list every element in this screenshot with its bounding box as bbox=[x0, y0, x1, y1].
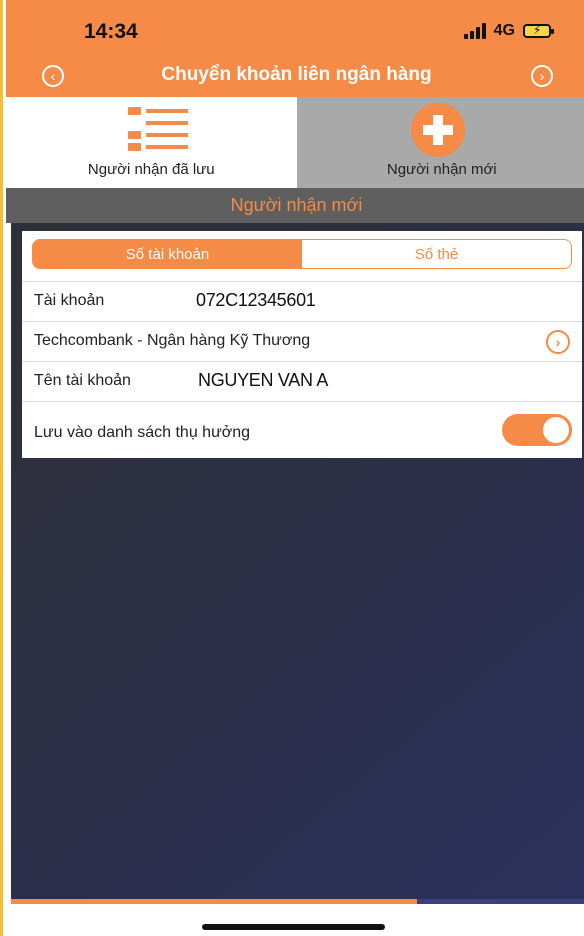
account-name-value: NGUYEN VAN A bbox=[198, 370, 329, 390]
plus-circle-icon bbox=[410, 103, 465, 157]
status-indicators: 4G ⚡ bbox=[463, 22, 554, 40]
home-indicator[interactable] bbox=[202, 924, 385, 930]
signal-bars-icon bbox=[463, 23, 486, 39]
bank-select-row[interactable]: Techcombank - Ngân hàng Kỹ Thương › bbox=[22, 321, 582, 361]
chevron-right-circle-icon[interactable]: › bbox=[546, 330, 570, 354]
recipient-form: Số tài khoản Số thẻ Tài khoản 072C123456… bbox=[22, 231, 582, 458]
save-beneficiary-toggle[interactable] bbox=[502, 414, 572, 446]
segment-account-number[interactable]: Số tài khoản bbox=[33, 240, 302, 268]
next-icon[interactable]: › bbox=[531, 65, 553, 87]
network-type: 4G bbox=[493, 22, 515, 39]
account-row[interactable]: Tài khoản 072C12345601 bbox=[22, 281, 582, 321]
save-beneficiary-label: Lưu vào danh sách thụ hưởng bbox=[34, 424, 251, 441]
account-type-segment: Số tài khoản Số thẻ bbox=[32, 239, 572, 269]
tab-saved-recipients[interactable]: Người nhận đã lưu bbox=[6, 97, 297, 188]
status-time: 14:34 bbox=[84, 20, 138, 43]
battery-charging-icon: ⚡ bbox=[523, 23, 554, 38]
segment-card-number[interactable]: Số thẻ bbox=[302, 240, 571, 268]
screen-title: Chuyển khoản liên ngân hàng bbox=[161, 64, 432, 85]
toggle-knob bbox=[543, 417, 569, 443]
tab-new-label: Người nhận mới bbox=[386, 161, 497, 178]
account-name-label: Tên tài khoản bbox=[34, 372, 131, 389]
main-content: Số tài khoản Số thẻ Tài khoản 072C123456… bbox=[11, 223, 584, 901]
tab-saved-label: Người nhận đã lưu bbox=[87, 161, 215, 178]
header-bar: 14:34 4G ⚡ ‹ Chuyển khoản liên ngân hàng… bbox=[6, 0, 584, 97]
account-label: Tài khoản bbox=[34, 292, 105, 309]
bottom-strip bbox=[11, 899, 584, 904]
app-frame: 14:34 4G ⚡ ‹ Chuyển khoản liên ngân hàng… bbox=[0, 0, 584, 936]
bank-name: Techcombank - Ngân hàng Kỹ Thương bbox=[34, 332, 311, 349]
account-name-row: Tên tài khoản NGUYEN VAN A bbox=[22, 361, 582, 401]
account-number-input[interactable]: 072C12345601 bbox=[196, 290, 316, 311]
save-beneficiary-row: Lưu vào danh sách thụ hưởng bbox=[22, 401, 582, 458]
recipient-tabs: Người nhận đã lưu Người nhận mới bbox=[6, 97, 584, 188]
section-title: Người nhận mới bbox=[6, 188, 584, 223]
list-icon bbox=[128, 107, 188, 155]
tab-new-recipient[interactable]: Người nhận mới bbox=[296, 97, 584, 188]
